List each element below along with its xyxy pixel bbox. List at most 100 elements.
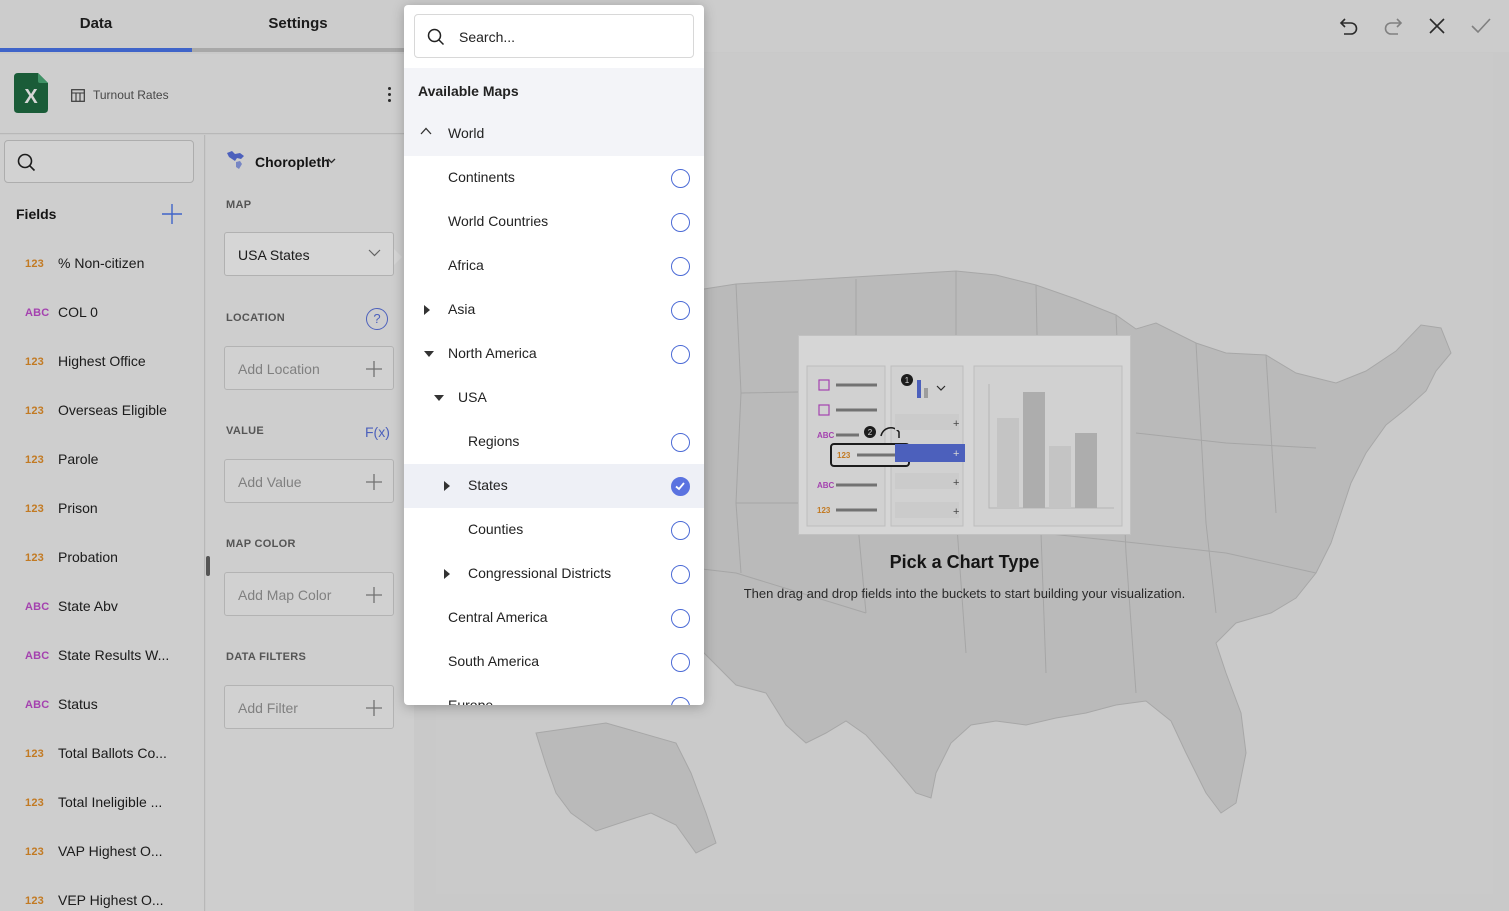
map-search-input[interactable]: Search... [414,14,694,58]
search-icon [427,28,445,46]
map-option-south-america[interactable]: South America [404,640,704,684]
field-label: Probation [58,549,118,565]
close-button[interactable] [1421,10,1453,42]
collapse-icon[interactable] [434,395,444,401]
kebab-dot [387,86,391,90]
expand-icon[interactable] [424,305,430,315]
collapse-icon[interactable] [424,351,434,357]
confirm-button[interactable] [1465,10,1497,42]
field-label: Total Ballots Co... [58,745,167,761]
radio-icon[interactable] [671,301,690,320]
field-item[interactable]: 123 Overseas Eligible [0,392,200,432]
map-option-congressional-districts[interactable]: Congressional Districts [404,552,704,596]
radio-icon[interactable] [671,169,690,188]
panel-tabs: Data Settings [0,0,404,52]
field-item[interactable]: 123 Total Ineligible ... [0,784,200,824]
help-icon[interactable]: ? [366,308,388,330]
radio-icon[interactable] [671,257,690,276]
field-item[interactable]: 123 VEP Highest O... [0,882,200,911]
add-filter-bucket[interactable]: Add Filter [224,685,394,729]
expand-icon[interactable] [444,481,450,491]
field-type-badge: ABC [25,699,50,711]
formula-button[interactable]: F(x) [365,424,390,440]
radio-checked-icon[interactable] [671,477,690,496]
value-section-label: VALUE [226,425,264,437]
map-group-label: World [448,125,485,141]
field-item[interactable]: 123 Total Ballots Co... [0,735,200,775]
map-group-world[interactable]: World [404,112,704,156]
field-label: State Results W... [58,647,170,663]
map-option-counties[interactable]: Counties [404,508,704,552]
tab-data[interactable]: Data [0,0,192,52]
redo-button[interactable] [1377,10,1409,42]
radio-icon[interactable] [671,345,690,364]
map-select-value: USA States [238,247,310,263]
visualization-config-panel: Choropleth MAP USA States LOCATION ? Add… [206,135,414,911]
kebab-dot [387,98,391,102]
chevron-down-icon [368,249,381,257]
map-option-label: South America [448,653,540,669]
map-option-label: North America [448,345,537,361]
radio-icon[interactable] [671,609,690,628]
add-value-bucket[interactable]: Add Value [224,459,394,503]
illustration-type-label: ABC [817,431,835,440]
add-map-color-bucket[interactable]: Add Map Color [224,572,394,616]
field-item[interactable]: 123 Parole [0,441,200,481]
panel-resize-handle[interactable] [206,556,210,576]
field-type-badge: 123 [25,552,44,564]
map-option-states[interactable]: States [404,464,704,508]
field-label: State Abv [58,598,118,614]
illustration-type-label: 123 [837,451,851,460]
field-item[interactable]: 123 Prison [0,490,200,530]
radio-icon[interactable] [671,433,690,452]
field-item[interactable]: 123 Probation [0,539,200,579]
field-item[interactable]: ABC State Abv [0,588,200,628]
map-option-continents[interactable]: Continents [404,156,704,200]
excel-icon: X [14,73,48,113]
fields-search-input[interactable] [4,140,194,183]
map-option-asia[interactable]: Asia [404,288,704,332]
radio-icon[interactable] [671,697,690,705]
map-option-europe[interactable]: Europe [404,684,704,705]
radio-icon[interactable] [671,565,690,584]
field-item[interactable]: ABC State Results W... [0,637,200,677]
field-item[interactable]: ABC Status [0,686,200,726]
field-type-badge: ABC [25,650,50,662]
undo-button[interactable] [1333,10,1365,42]
map-option-world-countries[interactable]: World Countries [404,200,704,244]
radio-icon[interactable] [671,521,690,540]
field-type-badge: 123 [25,503,44,515]
field-type-badge: 123 [25,895,44,907]
tab-settings[interactable]: Settings [192,0,404,52]
expand-icon[interactable] [444,569,450,579]
map-section-label: MAP [226,199,252,211]
data-filters-section-label: DATA FILTERS [226,651,307,663]
map-option-label: Congressional Districts [468,565,612,581]
map-option-central-america[interactable]: Central America [404,596,704,640]
map-option-north-america[interactable]: North America [404,332,704,376]
map-option-label: Continents [448,169,515,185]
data-source-name[interactable]: Turnout Rates [93,88,169,102]
field-item[interactable]: ABC COL 0 [0,294,200,334]
map-option-usa[interactable]: USA [404,376,704,420]
add-field-icon[interactable] [161,203,183,225]
field-item[interactable]: 123 VAP Highest O... [0,833,200,873]
chart-type-selector[interactable]: Choropleth [255,154,330,170]
map-option-label: Counties [468,521,524,537]
map-option-label: Regions [468,433,520,449]
radio-icon[interactable] [671,213,690,232]
map-option-regions[interactable]: Regions [404,420,704,464]
illustration-plus-label: + [953,418,959,430]
undo-icon [1339,18,1358,35]
illustration-step-label: 1 [905,376,910,385]
source-options-button[interactable] [380,82,398,106]
search-icon [17,153,36,172]
radio-icon[interactable] [671,653,690,672]
close-icon [1429,18,1445,34]
field-item[interactable]: 123 Highest Office [0,343,200,383]
add-location-bucket[interactable]: Add Location [224,346,394,390]
illustration-type-label: 123 [817,506,831,515]
map-select[interactable]: USA States [224,232,394,276]
field-item[interactable]: 123 % Non-citizen [0,245,200,285]
map-option-africa[interactable]: Africa [404,244,704,288]
